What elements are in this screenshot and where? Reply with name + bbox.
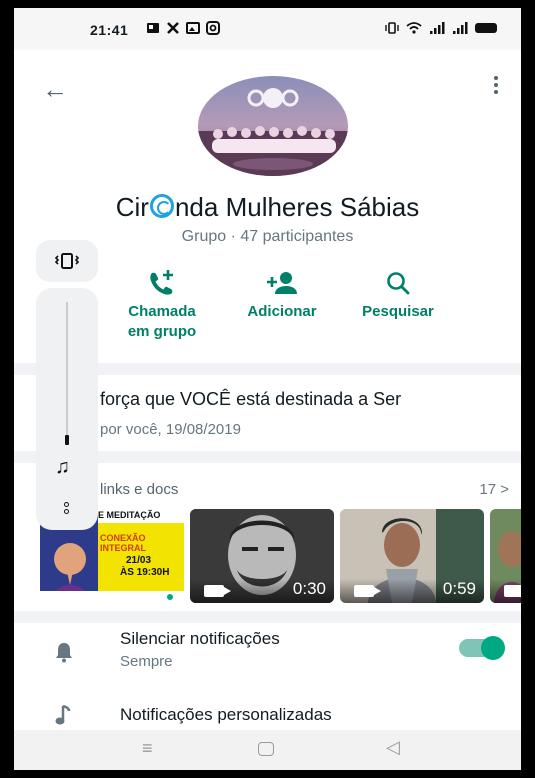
video-duration: 0:30 [292, 579, 326, 598]
bell-icon [56, 643, 72, 663]
media-volume-icon: ♫ [55, 456, 70, 478]
person-add-icon [267, 272, 297, 294]
group-call-label-1: Chamada [128, 303, 196, 320]
video-camera-icon [354, 585, 381, 597]
back-arrow-icon[interactable]: ← [42, 74, 68, 105]
instagram-icon [206, 21, 220, 35]
status-time: 21:41 [90, 22, 129, 38]
swirl-emoji-icon [149, 194, 174, 218]
phone-frame: 21:41 ← Cir nda Mulheres Sábias Grupo · … [0, 0, 535, 778]
section-divider [14, 611, 521, 623]
status-bar: 21:41 [14, 8, 521, 50]
back-nav-icon[interactable]: ◁ [386, 737, 400, 758]
recent-apps-icon[interactable]: ≡ [142, 738, 153, 759]
mute-title: Silenciar notificações [120, 629, 280, 648]
battery-icon [475, 23, 497, 33]
wifi-icon [406, 22, 422, 34]
volume-slider[interactable] [66, 302, 68, 442]
action-buttons: Chamada em grupo Adicionar Pesquisar [114, 264, 454, 354]
mute-subtitle: Sempre [120, 653, 173, 670]
add-participant-button[interactable]: Adicionar [234, 264, 330, 322]
media-thumb-video-2[interactable]: 0:59 [340, 509, 484, 603]
toggle-knob [481, 636, 505, 660]
status-system-icons [385, 21, 497, 35]
group-avatar[interactable] [198, 76, 348, 176]
sim-card-icon [147, 23, 159, 33]
video-camera-icon [204, 585, 231, 597]
poster-subtitle: CONEXÃO INTEGRAL [100, 533, 146, 553]
group-call-button[interactable]: Chamada em grupo [114, 264, 210, 342]
vibrate-mode-icon [54, 253, 80, 269]
gallery-icon [186, 22, 200, 34]
signal-icon [453, 22, 468, 34]
custom-notifications-title: Notificações personalizadas [120, 705, 332, 724]
mute-notifications-row[interactable]: Silenciar notificações Sempre [14, 623, 521, 685]
group-name: Cir nda Mulheres Sábias [115, 192, 420, 222]
status-notification-icons [146, 21, 220, 35]
tools-icon [167, 22, 179, 34]
home-icon[interactable] [258, 742, 274, 756]
ringer-mode-button[interactable] [36, 240, 98, 282]
search-button[interactable]: Pesquisar [348, 264, 448, 322]
video-duration: 0:59 [442, 579, 476, 598]
custom-notifications-row[interactable]: Notificações personalizadas [14, 693, 521, 733]
android-nav-bar: ≡ ◁ [14, 730, 521, 770]
search-icon [387, 272, 410, 295]
group-call-label-2: em grupo [127, 323, 197, 340]
media-count-link[interactable]: 17 > [479, 481, 509, 498]
more-options-icon[interactable] [493, 76, 499, 98]
search-label: Pesquisar [362, 303, 434, 320]
vibrate-icon [385, 22, 399, 34]
signal-icon [430, 22, 445, 34]
video-camera-icon [504, 585, 521, 597]
call-add-icon [150, 270, 173, 295]
media-thumb-video-1[interactable]: 0:30 [190, 509, 334, 603]
add-participant-label: Adicionar [247, 303, 317, 320]
poster-banner: E MEDITAÇÃO [98, 510, 161, 520]
volume-settings-icon[interactable] [64, 502, 70, 516]
music-note-icon [55, 705, 71, 725]
description-text: força que VOCÊ está destinada a Ser [100, 389, 402, 409]
media-thumb-video-3[interactable] [490, 509, 521, 603]
media-section-title[interactable]: links e docs [100, 481, 178, 498]
volume-panel: ♫ [36, 240, 98, 530]
description-meta: por você, 19/08/2019 [100, 421, 241, 438]
notification-settings: Silenciar notificações Sempre Notificaçõ… [14, 623, 521, 733]
volume-slider-panel: ♫ [36, 288, 98, 530]
volume-slider-thumb[interactable] [65, 435, 69, 445]
mute-toggle[interactable] [459, 636, 505, 660]
poster-time: ÀS 19:30H [120, 567, 170, 578]
poster-date: 21/03 [126, 555, 152, 566]
